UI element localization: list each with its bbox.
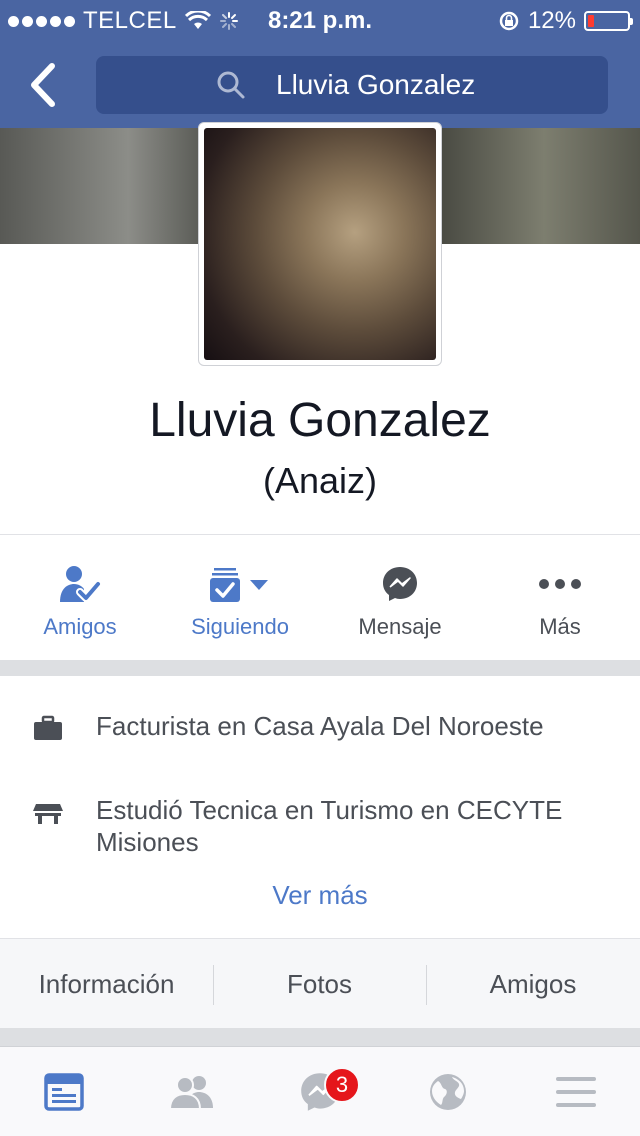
info-education-text: Estudió Tecnica en Turismo en CECYTE Mis… xyxy=(96,795,563,857)
bottom-tab-bar: 3 xyxy=(0,1046,640,1136)
info-work: Facturista en Casa Ayala Del Noroeste xyxy=(0,708,640,776)
search-field[interactable]: Lluvia Gonzalez xyxy=(96,56,608,114)
back-button[interactable] xyxy=(22,60,66,110)
top-bar: TELCEL 8:21 p.m. 12% Lluvia Gonzalez xyxy=(0,0,640,128)
nav-friend-requests[interactable] xyxy=(128,1047,256,1136)
following-icon xyxy=(210,568,268,602)
rotation-lock-icon xyxy=(499,11,519,31)
status-bar: TELCEL 8:21 p.m. 12% xyxy=(0,0,640,40)
friends-icon xyxy=(169,1076,213,1110)
chevron-left-icon xyxy=(31,63,55,107)
following-button[interactable]: Siguiendo xyxy=(160,560,320,660)
following-button-label: Siguiendo xyxy=(191,614,289,639)
more-dots-icon xyxy=(539,579,581,589)
info-work-text: Facturista en Casa Ayala Del Noroeste xyxy=(96,711,544,741)
battery-level xyxy=(588,15,594,27)
profile-screen: TELCEL 8:21 p.m. 12% Lluvia Gonzalez Llu… xyxy=(0,0,640,1136)
info-education: Estudió Tecnica en Turismo en CECYTE Mis… xyxy=(0,792,640,860)
profile-picture xyxy=(204,128,436,360)
battery-percent: 12% xyxy=(527,7,576,34)
profile-name: Lluvia Gonzalez xyxy=(149,394,491,447)
divider xyxy=(0,534,640,535)
see-more-link[interactable]: Ver más xyxy=(0,880,640,911)
messenger-badge: 3 xyxy=(324,1067,360,1103)
nav-messenger[interactable]: 3 xyxy=(256,1047,384,1136)
profile-action-bar: Amigos Siguiendo Mensaje Más xyxy=(0,560,640,660)
nav-notifications[interactable] xyxy=(384,1047,512,1136)
search-icon xyxy=(217,71,245,99)
more-button[interactable]: Más xyxy=(480,560,640,660)
news-feed-icon xyxy=(44,1073,84,1111)
globe-icon xyxy=(430,1074,466,1110)
status-right: 12% xyxy=(498,7,633,35)
search-query: Lluvia Gonzalez xyxy=(276,69,476,100)
school-icon xyxy=(33,804,63,824)
tab-photos[interactable]: Fotos xyxy=(213,939,426,1029)
profile-tabs: Información Fotos Amigos xyxy=(0,938,640,1028)
messenger-icon xyxy=(383,567,417,601)
friends-button[interactable]: Amigos xyxy=(0,560,160,660)
message-button[interactable]: Mensaje xyxy=(320,560,480,660)
tab-information[interactable]: Información xyxy=(0,939,213,1029)
nav-news-feed[interactable] xyxy=(0,1047,128,1136)
message-button-label: Mensaje xyxy=(358,614,442,639)
battery-icon xyxy=(584,11,633,31)
friends-check-icon xyxy=(60,566,102,602)
nav-menu[interactable] xyxy=(512,1047,640,1136)
tab-friends[interactable]: Amigos xyxy=(426,939,640,1029)
menu-icon xyxy=(556,1077,596,1107)
profile-alternate-name: (Anaiz) xyxy=(262,460,378,501)
friends-button-label: Amigos xyxy=(43,614,117,639)
more-button-label: Más xyxy=(539,614,581,639)
section-separator xyxy=(0,1028,640,1046)
briefcase-icon xyxy=(34,715,62,740)
section-separator xyxy=(0,660,640,676)
profile-picture-frame[interactable] xyxy=(198,122,442,366)
